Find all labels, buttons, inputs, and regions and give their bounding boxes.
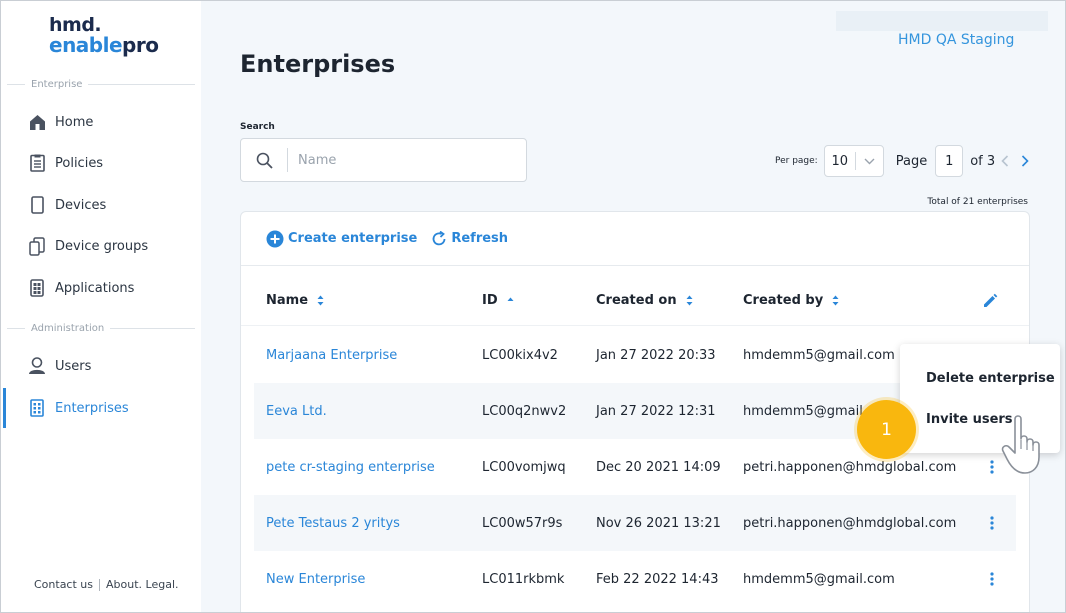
enterprise-name-link[interactable]: Marjaana Enterprise (266, 327, 397, 383)
column-header-name[interactable]: Name (266, 274, 324, 326)
sidebar-item-label: Applications (55, 280, 135, 296)
enterprise-id: LC00q2nwv2 (482, 403, 567, 419)
column-header-created-by[interactable]: Created by (743, 274, 839, 326)
search-input[interactable] (288, 152, 508, 168)
sidebar: hmd. enablepro Enterprise Home Policies … (1, 1, 201, 612)
section-label-administration: Administration (31, 322, 105, 334)
edit-columns-icon[interactable] (982, 293, 998, 313)
created-on: Dec 20 2021 14:09 (596, 459, 721, 475)
sidebar-item-users[interactable]: Users (1, 346, 201, 386)
table-toolbar: Create enterprise Refresh (241, 212, 1029, 266)
section-administration: Administration (7, 321, 195, 335)
per-page-select[interactable]: 10 (823, 145, 884, 177)
sidebar-item-home[interactable]: Home (1, 102, 201, 142)
sort-icon (317, 295, 324, 306)
chevron-down-icon (856, 158, 883, 165)
sidebar-item-label: Device groups (55, 238, 149, 254)
refresh-icon (431, 230, 447, 247)
enterprise-id: LC00vomjwq (482, 459, 566, 475)
refresh-button[interactable]: Refresh (431, 230, 509, 247)
policies-icon (28, 153, 46, 173)
created-on: Jan 27 2022 12:31 (596, 403, 716, 419)
home-icon (28, 112, 46, 132)
building-icon (28, 398, 46, 418)
sidebar-item-label: Devices (55, 197, 107, 213)
enterprise-name-link[interactable]: New Enterprise (266, 551, 365, 607)
invite-users-menu-item[interactable]: Invite users (926, 412, 1013, 427)
top-strip (836, 11, 1048, 31)
page-label: Page (895, 153, 928, 169)
sidebar-item-label: Enterprises (55, 400, 129, 416)
section-enterprise: Enterprise (7, 77, 195, 91)
sort-icon (686, 295, 693, 306)
table-header: Name ID Created on Created by (241, 274, 1029, 326)
enterprise-name-link[interactable]: Pete Testaus 2 yritys (266, 495, 400, 551)
create-enterprise-label: Create enterprise (288, 231, 418, 246)
page-title: Enterprises (240, 50, 396, 78)
sort-ascending-icon (507, 295, 514, 306)
pagination: Per page: 10 Page 1 of 3 (775, 145, 1029, 177)
sidebar-item-device-groups[interactable]: Device groups (1, 226, 201, 266)
row-menu-icon[interactable] (987, 457, 997, 477)
hand-pointer-icon (1001, 413, 1049, 479)
enterprise-id: LC00kix4v2 (482, 347, 558, 363)
prev-page-icon[interactable] (1001, 155, 1009, 167)
page-count: of 3 (970, 153, 996, 169)
device-icon (28, 195, 46, 215)
enterprise-name-link[interactable]: pete cr-staging enterprise (266, 439, 435, 495)
per-page-label: Per page: (775, 156, 818, 166)
sidebar-item-devices[interactable]: Devices (1, 185, 201, 225)
enterprise-name-link[interactable]: Eeva Ltd. (266, 383, 327, 439)
enterprise-id: LC011rkbmk (482, 571, 565, 587)
created-on: Feb 22 2022 14:43 (596, 571, 719, 587)
applications-icon (28, 278, 46, 298)
row-menu-icon[interactable] (987, 513, 997, 533)
contact-link[interactable]: Contact us (34, 578, 93, 591)
search-icon (241, 152, 287, 169)
search-label: Search (240, 122, 275, 132)
app-window: hmd. enablepro Enterprise Home Policies … (0, 0, 1066, 613)
sidebar-item-enterprises[interactable]: Enterprises (1, 388, 201, 428)
logo-enable: enable (49, 33, 123, 57)
row-menu-icon[interactable] (987, 569, 997, 589)
search-field[interactable] (240, 138, 527, 182)
created-by: hmdemm5@gmail.com (743, 347, 895, 363)
next-page-icon[interactable] (1021, 155, 1029, 167)
sidebar-item-label: Home (55, 114, 94, 130)
per-page-value: 10 (831, 153, 848, 169)
column-header-created-on[interactable]: Created on (596, 274, 693, 326)
created-by: hmdemm5@gmail.com (743, 571, 895, 587)
environment-label[interactable]: HMD QA Staging (898, 32, 1014, 48)
column-header-id[interactable]: ID (482, 274, 514, 326)
create-enterprise-button[interactable]: Create enterprise (266, 230, 417, 248)
section-label-enterprise: Enterprise (31, 78, 83, 90)
enterprise-id: LC00w57r9s (482, 515, 563, 531)
brand-logo: hmd. enablepro (49, 14, 159, 57)
sidebar-item-label: Users (55, 358, 92, 374)
table-row[interactable]: Pete Testaus 2 yritys LC00w57r9s Nov 26 … (254, 495, 1016, 551)
sidebar-item-label: Policies (55, 155, 104, 171)
total-count: Total of 21 enterprises (927, 197, 1028, 207)
about-legal-link[interactable]: About. Legal. (106, 578, 179, 591)
sidebar-item-applications[interactable]: Applications (1, 268, 201, 308)
sidebar-item-policies[interactable]: Policies (1, 143, 201, 183)
created-on: Jan 27 2022 20:33 (596, 347, 716, 363)
delete-enterprise-menu-item[interactable]: Delete enterprise (926, 371, 1055, 386)
step-badge: 1 (857, 400, 916, 459)
device-groups-icon (28, 236, 46, 256)
created-by: petri.happonen@hmdglobal.com (743, 515, 957, 531)
table-row[interactable]: New Enterprise LC011rkbmk Feb 22 2022 14… (254, 551, 1016, 607)
sort-icon (832, 295, 839, 306)
logo-pro: pro (122, 33, 159, 57)
refresh-label: Refresh (451, 231, 509, 246)
created-on: Nov 26 2021 13:21 (596, 515, 721, 531)
plus-circle-icon (266, 230, 284, 248)
page-number-input[interactable]: 1 (935, 145, 964, 177)
sidebar-footer: Contact us About. Legal. (34, 578, 179, 591)
logo-line-1: hmd. (49, 14, 102, 36)
logo-line-2: enablepro (49, 33, 159, 57)
user-icon (28, 356, 46, 376)
